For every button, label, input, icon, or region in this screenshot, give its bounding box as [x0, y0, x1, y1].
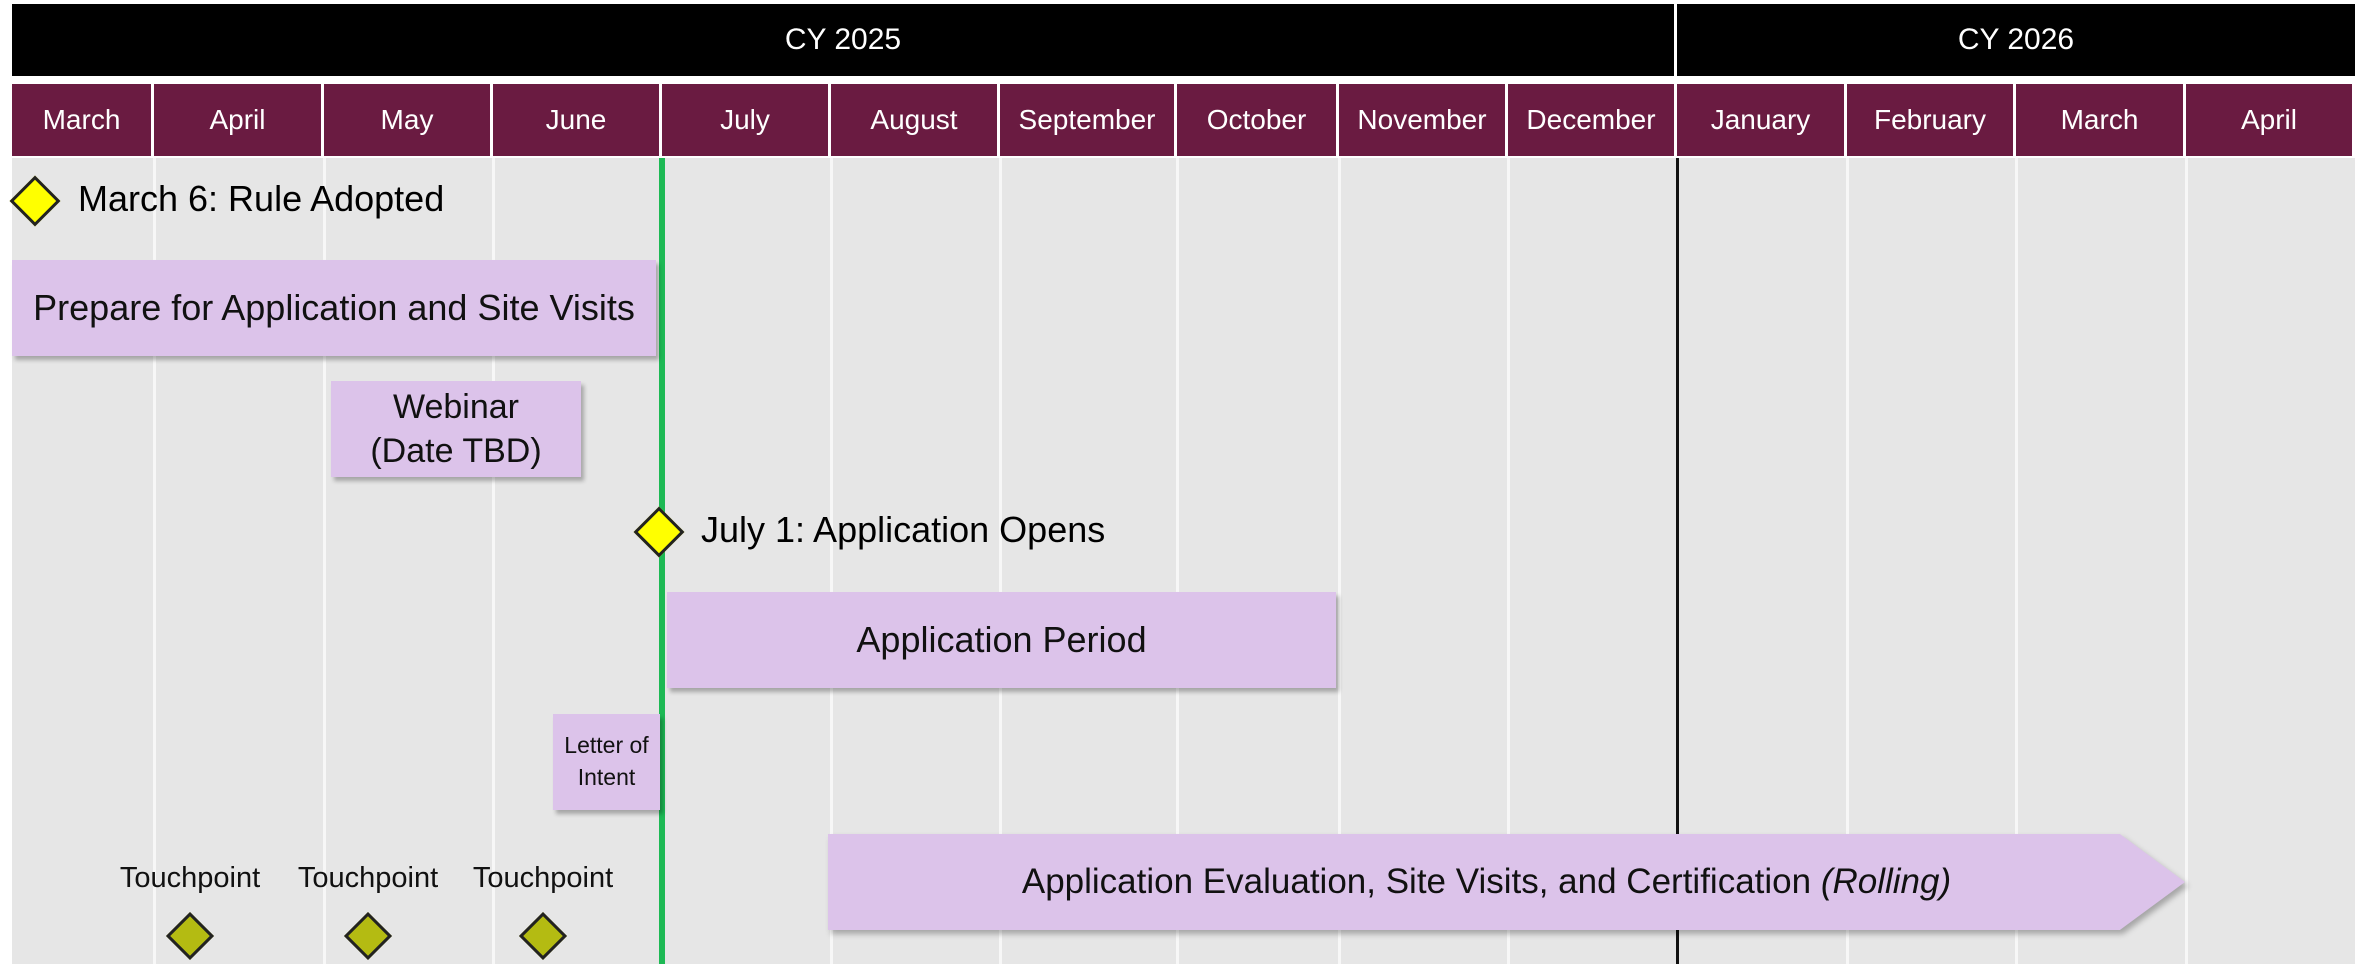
- roadmap-timeline: CY 2025 CY 2026 March April May June July Augus…: [0, 0, 2362, 964]
- evaluation-arrow-shadow: Application Evaluation, Site Visits, and…: [828, 834, 2185, 930]
- task-bar: Letter of Intent: [553, 714, 660, 810]
- touchpoint-label: Touchpoint: [297, 862, 439, 894]
- month-header: February: [1847, 84, 2013, 156]
- month-header: March: [2016, 84, 2183, 156]
- task-label: Prepare for Application and Site Visits: [33, 286, 635, 328]
- touchpoint-label: Touchpoint: [472, 862, 614, 894]
- month-header: November: [1339, 84, 1505, 156]
- task-bar: Webinar (Date TBD): [331, 381, 581, 477]
- task-application-evaluation: Application Evaluation, Site Visits, and…: [828, 834, 2185, 930]
- task-label-qualifier: (Rolling): [1820, 862, 1952, 902]
- month-header: January: [1677, 84, 1844, 156]
- month-header: April: [2186, 84, 2352, 156]
- task-bar: Prepare for Application and Site Visits: [12, 260, 656, 356]
- year-header: CY 2026: [1677, 4, 2355, 76]
- application-opens-line: [659, 158, 665, 964]
- task-label: Application Period: [856, 618, 1147, 660]
- month-header: May: [324, 84, 490, 156]
- milestone-label: July 1: Application Opens: [701, 509, 1106, 550]
- year-header: CY 2025: [12, 4, 1674, 76]
- milestone-label: March 6: Rule Adopted: [78, 178, 445, 219]
- task-label: Letter of Intent: [564, 732, 649, 790]
- task-label: Application Evaluation, Site Visits, and…: [1021, 862, 1812, 902]
- touchpoint-label: Touchpoint: [119, 862, 261, 894]
- month-header: June: [493, 84, 659, 156]
- month-header: July: [662, 84, 828, 156]
- task-label: Webinar (Date TBD): [370, 387, 542, 470]
- task-bar: Application Period: [667, 592, 1336, 688]
- month-header: March: [12, 84, 151, 156]
- month-header: September: [1000, 84, 1174, 156]
- month-header: April: [154, 84, 321, 156]
- month-header: August: [831, 84, 997, 156]
- month-header: October: [1177, 84, 1336, 156]
- month-gridline: [2185, 158, 2188, 964]
- month-header: December: [1508, 84, 1674, 156]
